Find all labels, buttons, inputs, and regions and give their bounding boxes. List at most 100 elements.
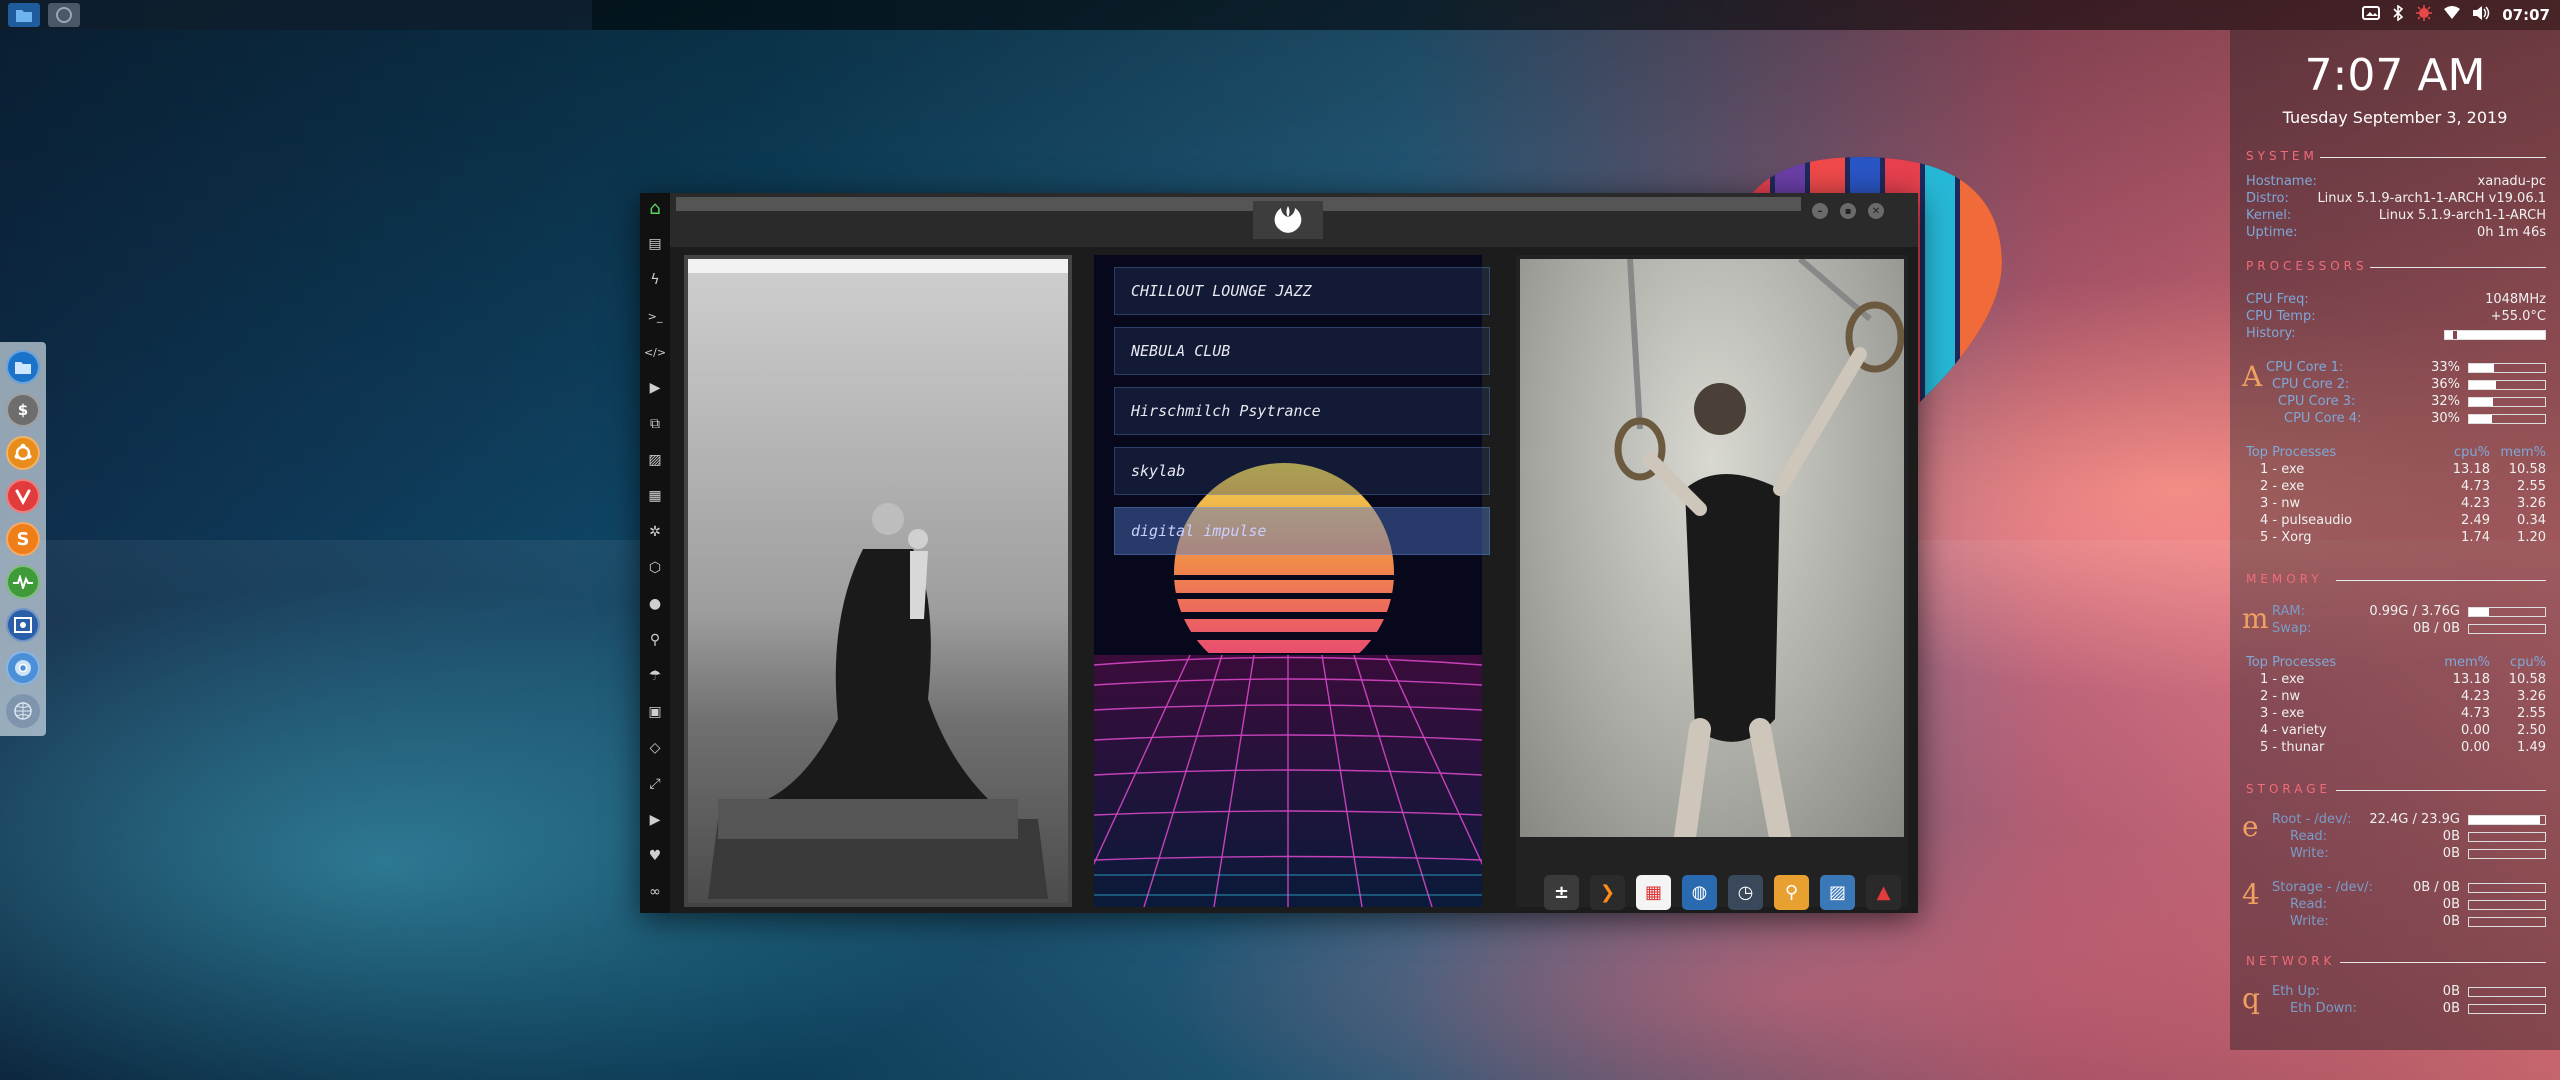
storage-bar-2	[2468, 900, 2546, 910]
terminal-prompt-icon[interactable]: >_	[645, 306, 665, 326]
cpu-freq-label: CPU Freq:	[2246, 292, 2309, 307]
news-icon[interactable]: ▦	[645, 486, 665, 506]
cpu-top-name-1: 1 - exe	[2260, 462, 2305, 477]
chromium-icon[interactable]	[6, 651, 40, 685]
volume-icon[interactable]	[2472, 6, 2490, 24]
wifi-icon[interactable]	[2444, 6, 2461, 24]
station-item[interactable]: NEBULA CLUB	[1114, 327, 1490, 375]
cpu-top-b-1: 10.58	[2508, 462, 2546, 477]
cpu-top-col2: mem%	[2500, 445, 2546, 460]
copy-icon[interactable]: ⧉	[645, 414, 665, 434]
storage-label-1: Storage - /dev/:	[2272, 880, 2373, 895]
code-icon[interactable]: </>	[644, 342, 666, 362]
atom-icon[interactable]: ✲	[645, 522, 665, 542]
cpu-top-header: Top Processes	[2246, 445, 2337, 460]
image-viewer-icon[interactable]: ▨	[1820, 875, 1855, 910]
root-label-3: Write:	[2290, 846, 2329, 861]
section-system: SYSTEM	[2246, 149, 2318, 163]
virus-icon[interactable]	[2416, 5, 2433, 25]
eth-label-2: Eth Down:	[2290, 1001, 2357, 1016]
network-icon[interactable]	[6, 694, 40, 728]
mem-top-a-4: 0.00	[2461, 723, 2490, 738]
bluetooth-icon[interactable]	[2392, 4, 2404, 25]
minimize-button[interactable]: –	[1812, 203, 1828, 219]
kernel-value: Linux 5.1.9-arch1-1-ARCH	[2378, 208, 2546, 223]
diamond-icon[interactable]: ◇	[645, 738, 665, 758]
search-magnifier-icon[interactable]: ⚲	[1774, 875, 1809, 910]
cpu-core-4-value: 30%	[2431, 411, 2460, 426]
station-item[interactable]: skylab	[1114, 447, 1490, 495]
arch-icon[interactable]: ▲	[1866, 875, 1901, 910]
section-network: NETWORK	[2246, 954, 2336, 968]
cpu-top-col1: cpu%	[2454, 445, 2490, 460]
cpu-top-a-5: 1.74	[2461, 530, 2490, 545]
screenshot-app-icon[interactable]	[6, 608, 40, 642]
titlebar-bar	[676, 197, 1801, 211]
station-item[interactable]: digital impulse	[1114, 507, 1490, 555]
image-icon[interactable]: ▨	[645, 450, 665, 470]
root-bar-3	[2468, 849, 2546, 859]
play-icon[interactable]: ▶	[645, 378, 665, 398]
ram-bar	[2468, 607, 2546, 617]
contact-icon[interactable]: ▣	[645, 702, 665, 722]
mem-top-b-1: 10.58	[2508, 672, 2546, 687]
cpu-core-3-label: CPU Core 3:	[2278, 394, 2356, 409]
vivaldi-icon[interactable]	[6, 479, 40, 513]
kernel-label: Kernel:	[2246, 208, 2292, 223]
clock[interactable]: 07:07	[2502, 6, 2550, 24]
document-icon[interactable]: ▤	[645, 234, 665, 254]
sublime-text-icon[interactable]: ❯	[1590, 875, 1625, 910]
sublime-icon[interactable]: S	[6, 522, 40, 556]
clock-icon[interactable]: ◷	[1728, 875, 1763, 910]
maximize-button[interactable]: ▪	[1840, 203, 1856, 219]
close-button[interactable]: ✕	[1868, 203, 1884, 219]
cpu-core-2-bar	[2468, 380, 2546, 390]
globe-browser-icon[interactable]: ◍	[1682, 875, 1717, 910]
station-item[interactable]: Hirschmilch Psytrance	[1114, 387, 1490, 435]
terminal-icon[interactable]: $	[6, 393, 40, 427]
radio-panel: CHILLOUT LOUNGE JAZZ NEBULA CLUB Hirschmil…	[1094, 255, 1490, 907]
cpu-top-b-2: 2.55	[2517, 479, 2546, 494]
ubuntu-icon[interactable]	[6, 436, 40, 470]
file-manager-icon[interactable]	[6, 350, 40, 384]
home-icon[interactable]: ⌂	[645, 198, 665, 219]
cpu-top-name-5: 5 - Xorg	[2260, 530, 2312, 545]
app-window: ⌂ ▤ ϟ >_ </> ▶ ⧉ ▨ ▦ ✲ ⬡ ● ⚲ ☂ ▣ ◇ ⤢ ▶ ♥ ∞ – ▪ ✕	[640, 193, 1918, 913]
window-titlebar[interactable]: – ▪ ✕	[670, 193, 1918, 247]
expand-icon[interactable]: ⤢	[645, 774, 665, 794]
heart-icon[interactable]: ♥	[645, 846, 665, 866]
top-panel: 07:07	[0, 0, 2560, 30]
cpu-core-3-bar	[2468, 397, 2546, 407]
bolt-icon[interactable]: ϟ	[645, 270, 665, 290]
cpu-top-name-3: 3 - nw	[2260, 496, 2301, 511]
cpu-top-name-4: 4 - pulseaudio	[2260, 513, 2353, 528]
cpu-temp-label: CPU Temp:	[2246, 309, 2316, 324]
mem-top-a-3: 4.73	[2461, 706, 2490, 721]
youtube-icon[interactable]: ▶	[645, 810, 665, 830]
left-dock: $ S	[0, 342, 46, 736]
mem-top-name-2: 2 - nw	[2260, 689, 2301, 704]
mem-top-b-2: 3.26	[2517, 689, 2546, 704]
memory-glyph: m	[2242, 602, 2269, 635]
section-processors: PROCESSORS	[2246, 259, 2368, 273]
ram-value: 0.99G / 3.76G	[2369, 604, 2460, 619]
calculator-icon[interactable]: ±	[1544, 875, 1579, 910]
hexagon-icon[interactable]: ⬡	[645, 558, 665, 578]
umbrella-icon[interactable]: ☂	[645, 666, 665, 686]
hostname-label: Hostname:	[2246, 174, 2317, 189]
uptime-label: Uptime:	[2246, 225, 2298, 240]
search-icon[interactable]: ⚲	[645, 630, 665, 650]
globe-icon[interactable]: ●	[645, 594, 665, 614]
folder-icon[interactable]	[8, 3, 40, 27]
cpu-core-2-value: 36%	[2431, 377, 2460, 392]
swap-label: Swap:	[2272, 621, 2312, 636]
mem-top-name-1: 1 - exe	[2260, 672, 2305, 687]
screenshot-icon[interactable]	[2362, 6, 2381, 24]
app-switcher-icon[interactable]	[48, 3, 80, 27]
sublime-letter: S	[16, 528, 30, 550]
link-icon[interactable]: ∞	[645, 882, 665, 902]
station-item[interactable]: CHILLOUT LOUNGE JAZZ	[1114, 267, 1490, 315]
calendar-icon[interactable]: ▦	[1636, 875, 1671, 910]
system-monitor-icon[interactable]	[6, 565, 40, 599]
conky-time: 7:07 AM	[2304, 50, 2486, 101]
